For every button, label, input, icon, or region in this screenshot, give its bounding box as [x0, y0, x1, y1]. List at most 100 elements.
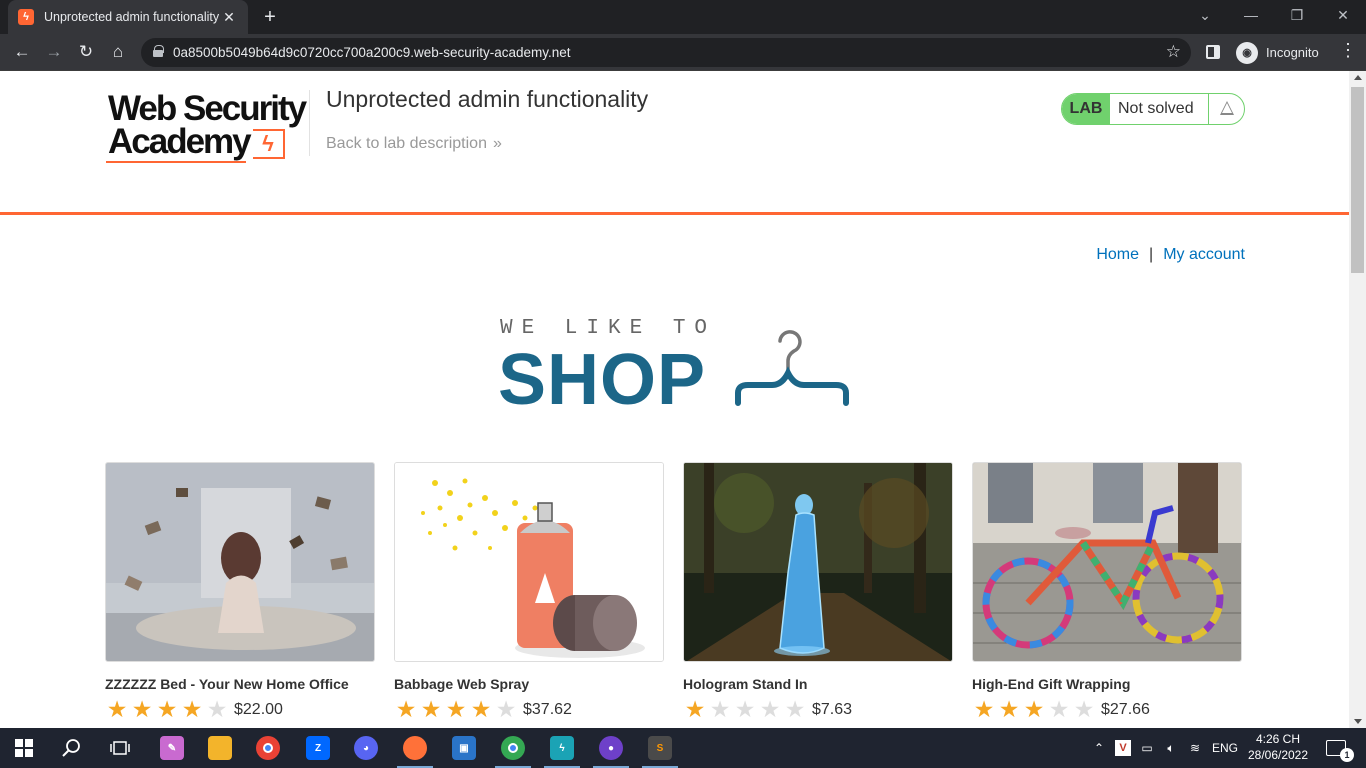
star-filled-icon: ★ [106, 696, 128, 722]
product-image-gift-wrapping[interactable] [972, 462, 1242, 662]
taskbar-app-paint[interactable]: ✎ [148, 728, 196, 768]
side-panel-icon[interactable] [1206, 45, 1220, 59]
clock-date: 28/06/2022 [1247, 748, 1309, 762]
star-filled-icon: ★ [973, 696, 995, 722]
product-image-bed[interactable] [105, 462, 375, 662]
star-empty-icon: ★ [495, 696, 517, 722]
star-filled-icon: ★ [998, 696, 1020, 722]
back-to-lab-description-link[interactable]: Back to lab description » [326, 135, 502, 153]
browser-tab[interactable]: ϟ Unprotected admin functionality ✕ [8, 0, 248, 34]
lab-status-badge: LAB Not solved [1061, 93, 1245, 125]
home-link[interactable]: Home [1096, 246, 1139, 263]
product-name: Hologram Stand In [683, 676, 808, 692]
reload-icon[interactable]: ↻ [73, 39, 99, 65]
start-button[interactable] [0, 728, 48, 768]
star-empty-icon: ★ [784, 696, 806, 722]
firefox-icon [403, 736, 427, 760]
battery-icon[interactable]: ▭ [1136, 728, 1158, 768]
product-name: Babbage Web Spray [394, 676, 530, 692]
my-account-link[interactable]: My account [1163, 246, 1245, 263]
notification-count: 1 [1340, 748, 1354, 762]
tab-search-icon[interactable]: ⌄ [1182, 0, 1228, 34]
address-bar[interactable]: 0a8500b5049b64d9c0720cc700a200c9.web-sec… [141, 38, 1191, 67]
restore-button[interactable]: ❐ [1274, 0, 1320, 34]
language-indicator[interactable]: ENG [1208, 728, 1242, 768]
header-rule [0, 212, 1349, 215]
tray-app-icon[interactable]: V [1112, 728, 1134, 768]
product-price: $27.66 [1101, 701, 1150, 718]
taskbar-app-virtualbox[interactable]: ▣ [440, 728, 488, 768]
new-tab-button[interactable]: + [258, 5, 282, 29]
url-text[interactable]: 0a8500b5049b64d9c0720cc700a200c9.web-sec… [173, 45, 571, 60]
product-card[interactable]: High-End Gift Wrapping ★ ★ ★ ★ ★ $27.66 [972, 462, 1242, 721]
taskbar-app-firefox[interactable] [391, 728, 439, 768]
page-scrollbar[interactable] [1349, 71, 1366, 728]
logo-bolt-icon: ϟ [253, 129, 285, 159]
web-security-academy-logo[interactable]: Web Security Academy ϟ [106, 91, 307, 163]
back-arrow-icon[interactable]: ← [9, 39, 35, 65]
windows-taskbar: ✎ Z ◕ ▣ ϟ ● S ⌃ V ▭ 🔈︎ ≋ ENG 4:26 CH 28/… [0, 728, 1366, 768]
notification-icon: 1 [1326, 740, 1354, 762]
minimize-button[interactable]: — [1228, 0, 1274, 34]
star-rating: ★ ★ ★ ★ ★ [105, 698, 230, 722]
scroll-down-arrow-icon[interactable] [1354, 719, 1362, 724]
product-meta: ★ ★ ★ ★ ★ $37.62 [394, 698, 572, 722]
taskbar-app-chrome[interactable] [244, 728, 292, 768]
star-filled-icon: ★ [420, 696, 442, 722]
product-image-hologram[interactable] [683, 462, 953, 662]
star-filled-icon: ★ [156, 696, 178, 722]
chrome-icon [501, 736, 525, 760]
wifi-icon[interactable]: ≋ [1184, 728, 1206, 768]
taskbar-app-chrome-active[interactable] [489, 728, 537, 768]
tab-close-icon[interactable]: ✕ [220, 9, 238, 26]
product-name: ZZZZZZ Bed - Your New Home Office [105, 676, 349, 692]
star-filled-icon: ★ [445, 696, 467, 722]
browser-menu-icon[interactable]: ⋮ [1338, 40, 1358, 61]
task-view-button[interactable] [96, 728, 144, 768]
clothes-hanger-icon [735, 330, 849, 406]
product-card[interactable]: ZZZZZZ Bed - Your New Home Office ★ ★ ★ ★ ★ … [105, 462, 375, 721]
volume-icon[interactable]: 🔈︎ [1160, 728, 1182, 768]
taskbar-app-discord[interactable]: ◕ [342, 728, 390, 768]
star-empty-icon: ★ [734, 696, 756, 722]
taskbar-app-explorer[interactable] [196, 728, 244, 768]
product-card[interactable]: Hologram Stand In ★ ★ ★ ★ ★ $7.63 [683, 462, 953, 721]
taskbar-app-burp[interactable]: ϟ [538, 728, 586, 768]
scroll-up-arrow-icon[interactable] [1354, 75, 1362, 80]
site-favicon-icon: ϟ [18, 9, 34, 25]
product-card[interactable]: Babbage Web Spray ★ ★ ★ ★ ★ $37.62 [394, 462, 664, 721]
folder-icon [208, 736, 232, 760]
notifications-button[interactable]: 1 [1318, 728, 1354, 768]
product-price: $7.63 [812, 701, 853, 718]
product-grid: ZZZZZZ Bed - Your New Home Office ★ ★ ★ ★ ★ … [105, 462, 1242, 728]
taskbar-app-sublime[interactable]: S [636, 728, 684, 768]
bookmark-star-icon[interactable]: ☆ [1166, 42, 1181, 62]
browser-tab-bar: ϟ Unprotected admin functionality ✕ + ⌄ … [0, 0, 1366, 34]
hero-subtitle: WE LIKE TO [500, 317, 717, 340]
close-window-button[interactable]: ✕ [1320, 0, 1366, 34]
logo-text-line2: Academy [108, 122, 252, 161]
taskbar-clock[interactable]: 4:26 CH 28/06/2022 [1246, 731, 1310, 763]
star-rating: ★ ★ ★ ★ ★ [972, 698, 1097, 722]
scroll-thumb[interactable] [1351, 87, 1364, 273]
product-meta: ★ ★ ★ ★ ★ $22.00 [105, 698, 283, 722]
chrome-icon [256, 736, 280, 760]
product-image-spray[interactable] [394, 462, 664, 662]
lock-icon[interactable] [153, 45, 164, 57]
home-icon[interactable]: ⌂ [105, 39, 131, 65]
browser-toolbar: ← → ↻ ⌂ 0a8500b5049b64d9c0720cc700a200c9… [0, 34, 1366, 71]
forward-arrow-icon[interactable]: → [41, 39, 67, 65]
product-name: High-End Gift Wrapping [972, 676, 1131, 692]
lab-title: Unprotected admin functionality [326, 86, 649, 112]
taskbar-app-zalo[interactable]: Z [294, 728, 342, 768]
logo-underline [106, 161, 246, 163]
tray-overflow-chevron-icon[interactable]: ⌃ [1088, 728, 1110, 768]
tab-title: Unprotected admin functionality [44, 10, 220, 24]
incognito-profile-button[interactable]: ◉ Incognito [1232, 39, 1327, 66]
discord-icon: ◕ [354, 736, 378, 760]
github-icon: ● [599, 736, 623, 760]
taskbar-app-github[interactable]: ● [587, 728, 635, 768]
lab-status-text: Not solved [1118, 100, 1194, 117]
search-button[interactable] [48, 728, 96, 768]
search-icon [62, 739, 80, 757]
